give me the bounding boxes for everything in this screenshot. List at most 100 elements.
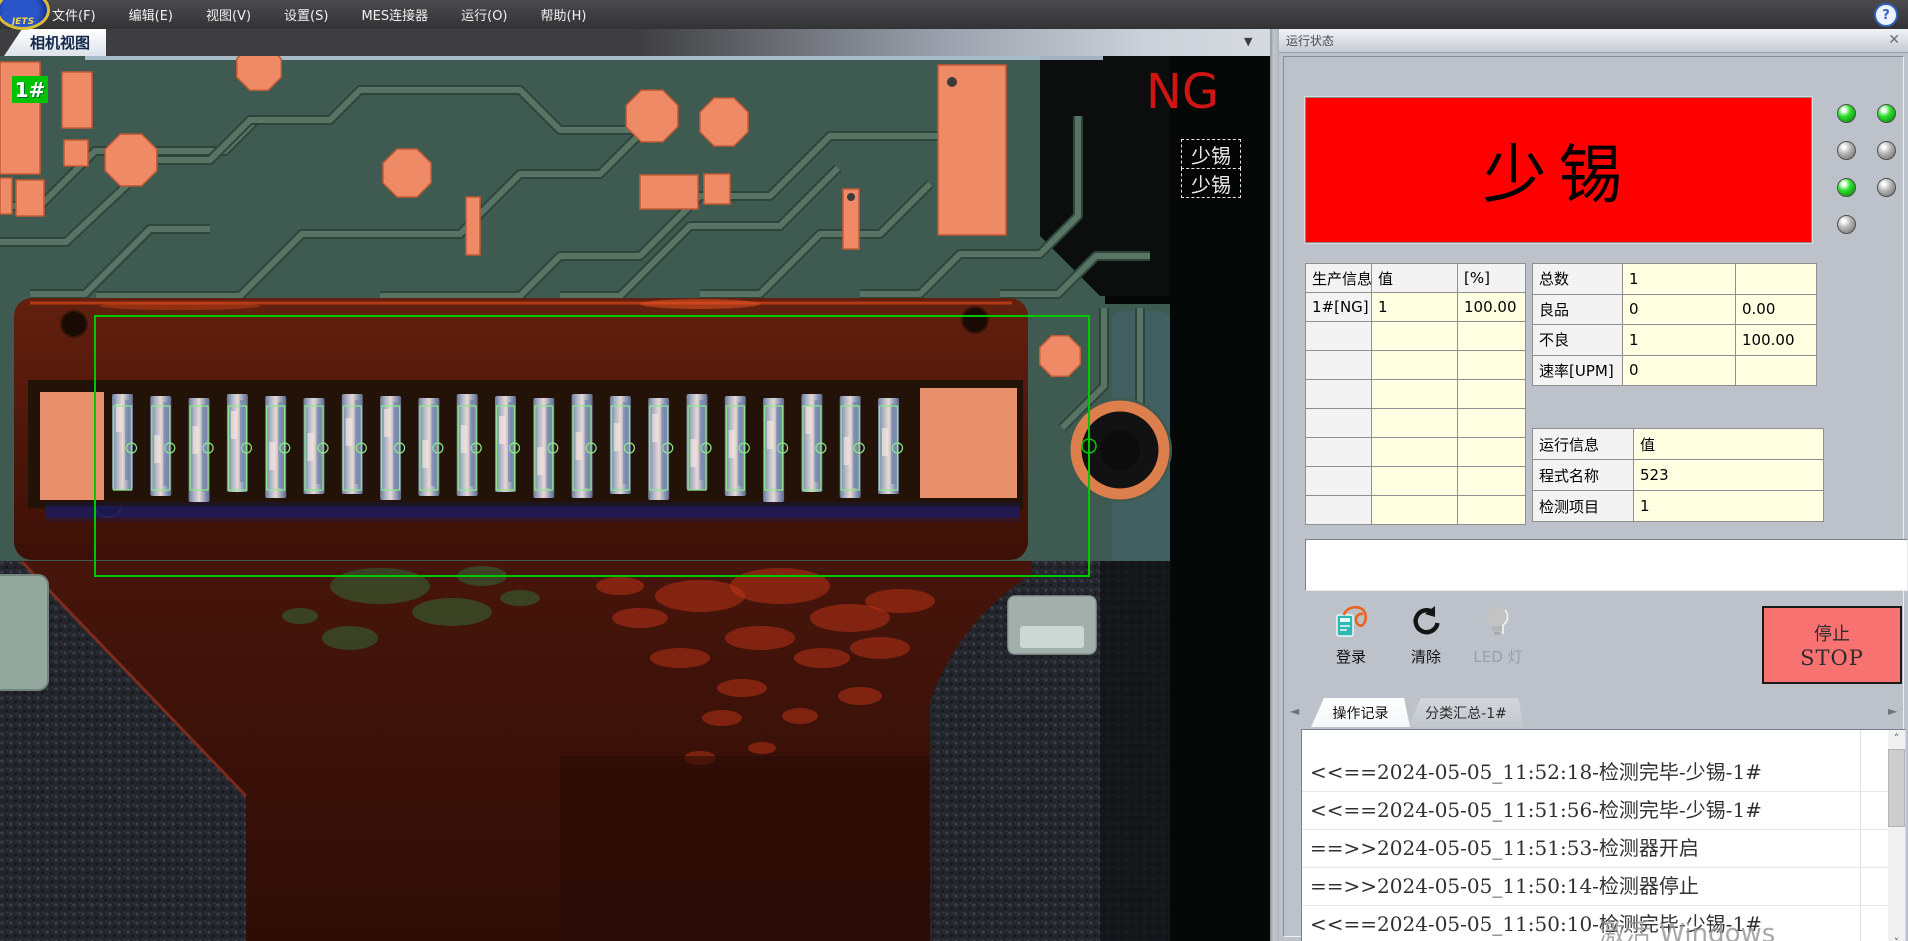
panel-title-bar: 运行状态 ✕ bbox=[1279, 29, 1908, 53]
cell: 1 bbox=[1634, 491, 1824, 522]
indicator-light bbox=[1877, 104, 1896, 123]
col-header: 运行信息 bbox=[1533, 429, 1634, 460]
log-entry: <<==2024-05-05_11:52:18-检测完毕-少锡-1# bbox=[1302, 754, 1888, 792]
badge-icon bbox=[1329, 604, 1373, 640]
cell: 检测项目 bbox=[1533, 491, 1634, 522]
table-row bbox=[1306, 351, 1526, 380]
tab-operation-log[interactable]: 操作记录 bbox=[1311, 698, 1410, 727]
cell: 1#[NG] bbox=[1306, 293, 1372, 322]
tab-scroll-left-icon[interactable]: ◄ bbox=[1290, 704, 1299, 718]
indicator-light bbox=[1837, 141, 1856, 160]
table-row: 不良 1 100.00 bbox=[1533, 325, 1817, 356]
indicator-light bbox=[1877, 178, 1896, 197]
menu-edit[interactable]: 编辑(E) bbox=[129, 5, 173, 24]
table-row: 程式名称 523 bbox=[1533, 460, 1824, 491]
scroll-up-icon[interactable]: ˄ bbox=[1888, 730, 1905, 747]
camera-id-badge: 1# bbox=[12, 76, 48, 103]
chevron-down-icon[interactable]: ▼ bbox=[1244, 35, 1252, 48]
camera-tab-bar: 相机视图 ▼ bbox=[0, 29, 1270, 56]
table-row bbox=[1306, 380, 1526, 409]
cell: 良品 bbox=[1533, 294, 1623, 325]
table-row bbox=[1306, 496, 1526, 525]
defect-tag: 少锡 bbox=[1181, 168, 1241, 198]
run-info-table: 运行信息 值 程式名称 523 检测项目 1 bbox=[1532, 428, 1824, 522]
table-row bbox=[1306, 409, 1526, 438]
scroll-down-icon[interactable]: ˅ bbox=[1888, 934, 1905, 941]
table-row: 良品 0 0.00 bbox=[1533, 294, 1817, 325]
app-logo-icon: JETS bbox=[0, 0, 50, 30]
stop-label-cn: 停止 bbox=[1814, 620, 1850, 646]
menu-view[interactable]: 视图(V) bbox=[206, 5, 251, 24]
operation-log-panel: <<==2024-05-05_11:52:18-检测完毕-少锡-1# <<==2… bbox=[1301, 729, 1906, 941]
stop-button[interactable]: 停止 STOP bbox=[1762, 606, 1902, 684]
cell: 1 bbox=[1623, 325, 1736, 356]
defect-banner: 少锡 bbox=[1305, 97, 1812, 243]
led-bulb-icon bbox=[1476, 604, 1520, 640]
help-icon[interactable]: ? bbox=[1874, 3, 1898, 27]
application-window: JETS 文件(F) 编辑(E) 视图(V) 设置(S) MES连接器 运行(O… bbox=[0, 0, 1908, 941]
indicator-light bbox=[1837, 178, 1856, 197]
cell: 0 bbox=[1623, 294, 1736, 325]
cell bbox=[1736, 264, 1817, 295]
col-header: [%] bbox=[1458, 264, 1526, 293]
indicator-light bbox=[1837, 104, 1856, 123]
cell bbox=[1736, 355, 1817, 386]
pcb-inspection-image bbox=[0, 56, 1270, 941]
cell: 1 bbox=[1623, 264, 1736, 295]
cell: 1 bbox=[1372, 293, 1458, 322]
led-light-label: LED 灯 bbox=[1469, 646, 1527, 667]
log-column-divider bbox=[1860, 730, 1861, 941]
cell: 速率[UPM] bbox=[1533, 355, 1623, 386]
menu-file[interactable]: 文件(F) bbox=[52, 5, 96, 24]
inspection-result-label: NG bbox=[1146, 64, 1219, 120]
cell: 100.00 bbox=[1458, 293, 1526, 322]
panel-divider[interactable] bbox=[1270, 29, 1279, 941]
vertical-scrollbar[interactable]: ˄ ˅ bbox=[1888, 730, 1905, 941]
table-row: 1#[NG] 1 100.00 bbox=[1306, 293, 1526, 322]
table-row bbox=[1306, 438, 1526, 467]
col-header: 值 bbox=[1634, 429, 1824, 460]
panel-content: 少锡 生产信息 值 [%] 1#[NG] 1 100.00 bbox=[1283, 56, 1904, 937]
close-icon[interactable]: ✕ bbox=[1888, 32, 1900, 48]
menu-mes-connector[interactable]: MES连接器 bbox=[361, 5, 428, 24]
cell: 0.00 bbox=[1736, 294, 1817, 325]
defect-tag-list: 少锡 少锡 bbox=[1181, 140, 1241, 198]
menu-settings[interactable]: 设置(S) bbox=[284, 5, 328, 24]
log-entry: <<==2024-05-05_11:50:10-检测完毕-少锡-1# bbox=[1302, 906, 1888, 941]
led-light-button[interactable]: LED 灯 bbox=[1469, 604, 1527, 667]
camera-view: 1# NG 少锡 少锡 bbox=[0, 56, 1270, 941]
totals-table: 总数 1 良品 0 0.00 不良 1 100.00 速率[UPM] 0 bbox=[1532, 263, 1817, 386]
log-entry: ==>>2024-05-05_11:51:53-检测器开启 bbox=[1302, 830, 1888, 868]
indicator-light bbox=[1837, 215, 1856, 234]
table-header-row: 运行信息 值 bbox=[1533, 429, 1824, 460]
stop-label-en: STOP bbox=[1800, 646, 1864, 670]
menu-help[interactable]: 帮助(H) bbox=[541, 5, 587, 24]
log-list: <<==2024-05-05_11:52:18-检测完毕-少锡-1# <<==2… bbox=[1302, 730, 1888, 941]
tab-category-summary[interactable]: 分类汇总-1# bbox=[1408, 698, 1524, 727]
tab-camera-view[interactable]: 相机视图 bbox=[4, 29, 106, 56]
login-button[interactable]: 登录 bbox=[1322, 604, 1380, 667]
run-status-panel: 运行状态 ✕ 少锡 生产信息 值 [%] 1#[NG] 1 100.00 bbox=[1279, 29, 1908, 941]
cell: 0 bbox=[1623, 355, 1736, 386]
message-box[interactable] bbox=[1305, 539, 1908, 591]
clear-icon bbox=[1404, 604, 1448, 640]
login-label: 登录 bbox=[1322, 646, 1380, 667]
col-header: 值 bbox=[1372, 264, 1458, 293]
tab-scroll-right-icon[interactable]: ► bbox=[1888, 704, 1897, 718]
cell: 100.00 bbox=[1736, 325, 1817, 356]
vertical-scroll-thumb[interactable] bbox=[1888, 749, 1905, 827]
table-row: 检测项目 1 bbox=[1533, 491, 1824, 522]
log-entry: ==>>2024-05-05_11:50:14-检测器停止 bbox=[1302, 868, 1888, 906]
defect-tag: 少锡 bbox=[1181, 139, 1241, 169]
menu-run[interactable]: 运行(O) bbox=[461, 5, 507, 24]
cell: 程式名称 bbox=[1533, 460, 1634, 491]
col-header: 生产信息 bbox=[1306, 264, 1372, 293]
clear-label: 清除 bbox=[1397, 646, 1455, 667]
log-entry: <<==2024-05-05_11:51:56-检测完毕-少锡-1# bbox=[1302, 792, 1888, 830]
indicator-light bbox=[1877, 141, 1896, 160]
table-row: 总数 1 bbox=[1533, 264, 1817, 295]
production-info-table: 生产信息 值 [%] 1#[NG] 1 100.00 bbox=[1305, 263, 1526, 525]
clear-button[interactable]: 清除 bbox=[1397, 604, 1455, 667]
cell: 总数 bbox=[1533, 264, 1623, 295]
table-row bbox=[1306, 467, 1526, 496]
